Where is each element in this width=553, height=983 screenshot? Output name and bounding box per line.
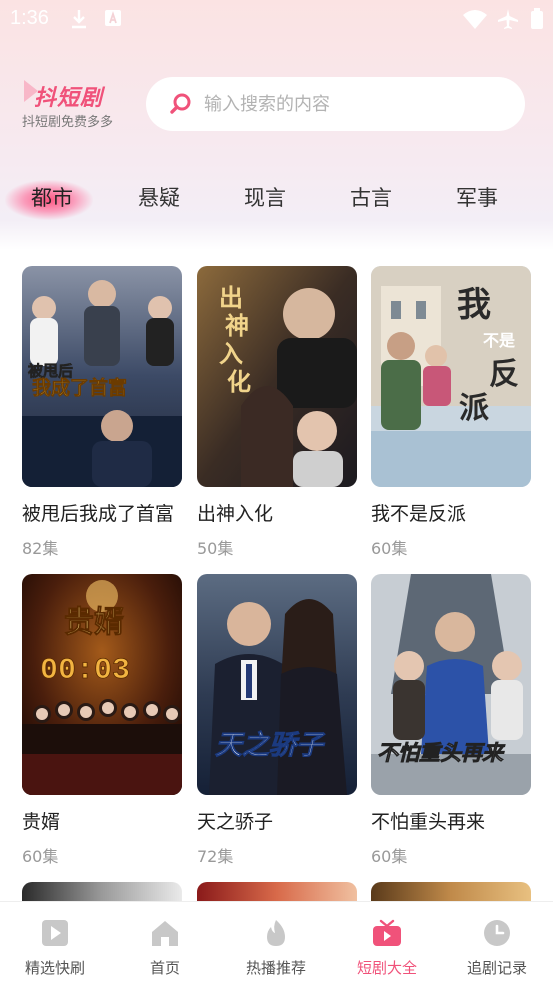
download-icon (68, 8, 90, 34)
battery-icon (530, 8, 544, 34)
status-bar: 1:36 (0, 0, 553, 38)
search-bar[interactable] (146, 77, 525, 131)
svg-text:派: 派 (459, 391, 489, 426)
drama-title: 天之骄子 (197, 811, 274, 833)
drama-poster[interactable]: 天之骄子 (197, 574, 357, 795)
drama-poster[interactable]: 被甩后 我成了首富 (22, 266, 182, 487)
svg-text:反: 反 (489, 357, 519, 392)
drama-title: 不怕重头再来 (371, 811, 486, 833)
nav-label: 精选快刷 (24, 959, 85, 977)
search-input[interactable] (204, 77, 504, 131)
nav-item-all-dramas[interactable]: 短剧大全 (332, 902, 442, 983)
svg-text:入: 入 (219, 339, 243, 368)
svg-text:我: 我 (457, 285, 491, 325)
svg-text:天之骄子: 天之骄子 (215, 730, 326, 761)
nav-item-home[interactable]: 首页 (110, 902, 220, 983)
svg-text:化: 化 (227, 367, 251, 396)
drama-title: 出神入化 (197, 503, 274, 525)
poster-subtext: 00:03 (40, 654, 130, 688)
drama-card[interactable]: 贵婿 00:03 贵婿 60集 (22, 574, 182, 867)
drama-title: 我不是反派 (371, 503, 467, 525)
episode-count: 60集 (371, 847, 408, 866)
drama-card[interactable]: 不怕重头再来 不怕重头再来 60集 (371, 574, 531, 867)
episode-count: 82集 (22, 539, 59, 558)
episode-count: 60集 (371, 539, 408, 558)
drama-poster[interactable]: 出 神 入 化 (197, 266, 357, 487)
tab-xianyan[interactable]: 现言 (230, 174, 300, 224)
nav-label: 热播推荐 (245, 959, 306, 977)
flame-icon (267, 920, 285, 946)
drama-poster[interactable]: 不怕重头再来 (371, 574, 531, 795)
clock-icon (484, 920, 510, 946)
search-icon (168, 91, 194, 121)
tv-icon (373, 919, 401, 946)
svg-text:不是: 不是 (483, 331, 515, 350)
nav-item-history[interactable]: 追剧记录 (442, 902, 552, 983)
wifi-icon (462, 8, 488, 34)
drama-poster[interactable]: 我 不是 反 派 (371, 266, 531, 487)
a-badge-icon (103, 8, 123, 32)
svg-text:出: 出 (219, 283, 243, 312)
logo-title: 抖短剧 (34, 86, 104, 111)
app-logo: 抖短剧 抖短剧免费多多 (22, 78, 132, 130)
category-tabs: 都市 悬疑 现言 古言 军事 (0, 174, 553, 224)
nav-item-featured[interactable]: 精选快刷 (0, 902, 110, 983)
drama-title: 贵婿 (22, 811, 61, 833)
home-icon (152, 921, 178, 946)
tab-xuanyi[interactable]: 悬疑 (124, 174, 194, 224)
tab-junshi[interactable]: 军事 (442, 174, 512, 224)
episode-count: 50集 (197, 539, 234, 558)
nav-label: 短剧大全 (356, 959, 417, 977)
nav-label: 追剧记录 (466, 959, 527, 977)
tab-guyan[interactable]: 古言 (336, 174, 406, 224)
drama-card[interactable]: 出 神 入 化 出神入化 50集 (197, 266, 357, 559)
drama-card[interactable]: 我 不是 反 派 我不是反派 60集 (371, 266, 531, 559)
status-time: 1:36 (10, 7, 49, 29)
bottom-navigation: 精选快刷 首页 热播推荐 短剧大全 追剧记录 (0, 901, 553, 983)
svg-text:我成了首富: 我成了首富 (32, 376, 127, 399)
episode-count: 60集 (22, 847, 59, 866)
drama-poster[interactable]: 贵婿 00:03 (22, 574, 182, 795)
drama-title: 被甩后我成了首富 (22, 503, 175, 525)
play-square-icon (42, 920, 68, 946)
svg-text:神: 神 (225, 311, 249, 340)
logo-subtitle: 抖短剧免费多多 (22, 115, 114, 130)
drama-card[interactable]: 天之骄子 天之骄子 72集 (197, 574, 357, 867)
nav-label: 首页 (149, 959, 180, 977)
tab-dushi[interactable]: 都市 (17, 174, 87, 224)
svg-text:贵婿: 贵婿 (64, 605, 124, 640)
nav-item-trending[interactable]: 热播推荐 (221, 902, 331, 983)
episode-count: 72集 (197, 847, 234, 866)
svg-text:不怕重头再来: 不怕重头再来 (377, 740, 506, 765)
airplane-icon (496, 8, 520, 34)
drama-card[interactable]: 被甩后 我成了首富 被甩后我成了首富 82集 (22, 266, 182, 559)
